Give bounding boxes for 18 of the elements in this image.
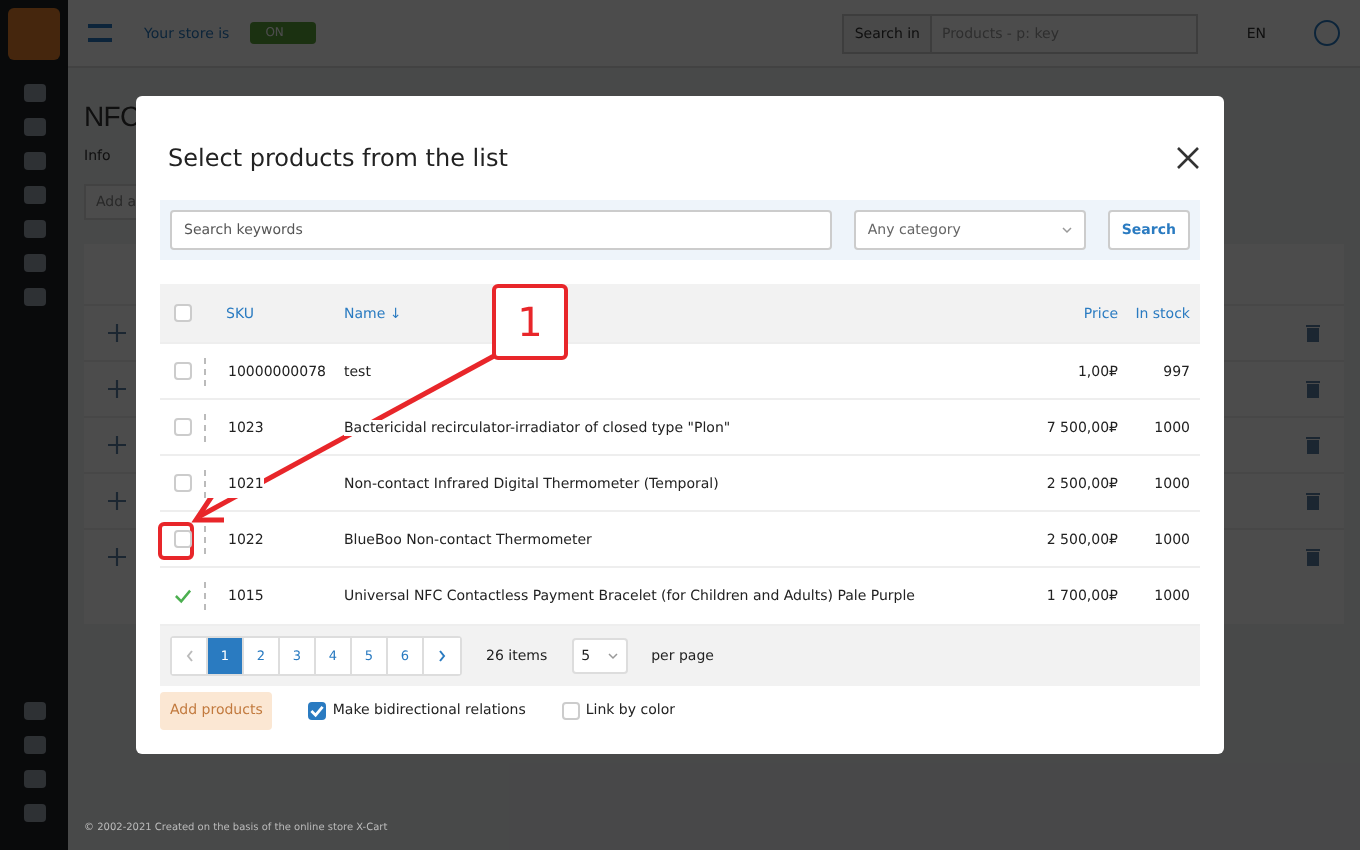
row-checkbox[interactable]	[174, 362, 192, 380]
row-checkbox[interactable]	[174, 474, 192, 492]
checkmark-icon[interactable]	[174, 588, 192, 604]
caret-icon	[1061, 226, 1072, 234]
option-checkbox[interactable]	[561, 701, 580, 719]
highlight-frame	[158, 522, 194, 560]
select-all-checkbox[interactable]	[174, 304, 192, 322]
row-checkbox[interactable]	[174, 418, 192, 436]
caret-icon	[607, 652, 618, 660]
chevron-right-icon	[438, 650, 446, 662]
page-title: NFC	[84, 100, 142, 132]
close-button[interactable]	[1176, 146, 1200, 170]
dialog-title: Select products from the list	[168, 144, 508, 172]
callout-label: 1	[492, 284, 568, 360]
previous-page-button[interactable]	[172, 638, 208, 674]
chevron-left-icon	[185, 650, 193, 662]
option-checkbox[interactable]	[308, 701, 327, 719]
row-checkbox[interactable]	[174, 530, 192, 548]
